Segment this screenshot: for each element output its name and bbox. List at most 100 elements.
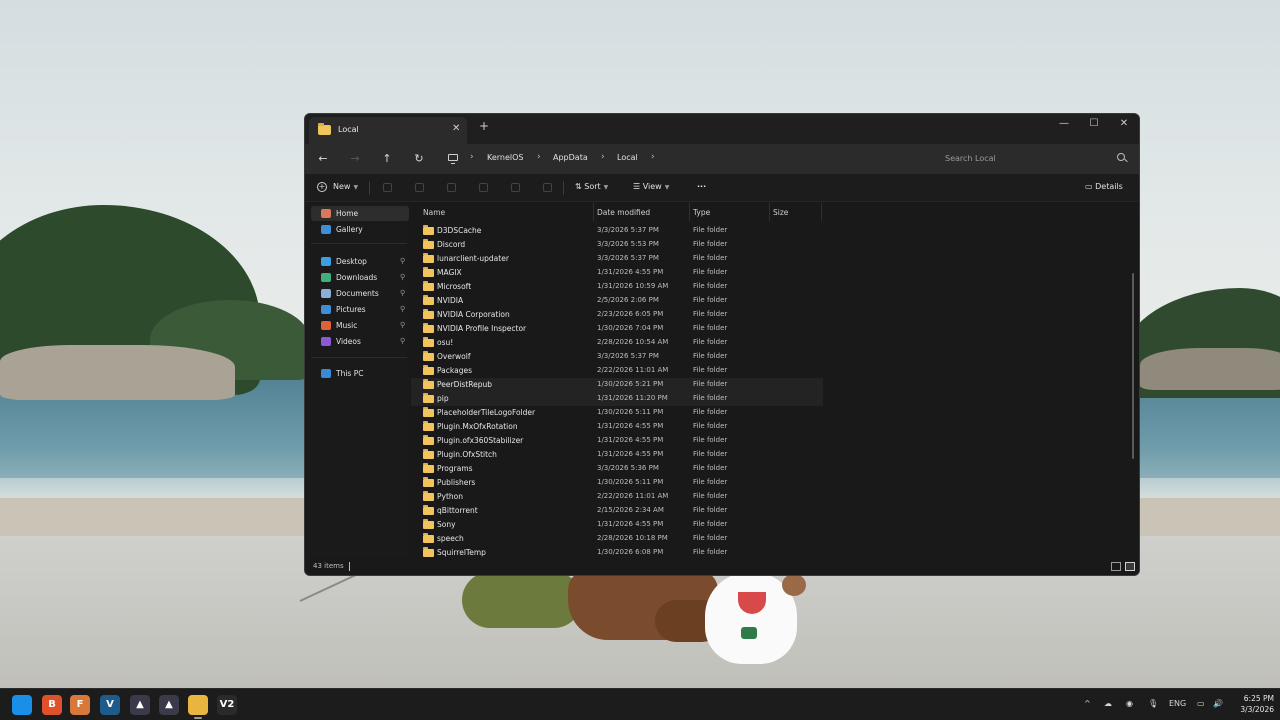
table-row[interactable]: Plugin.MxOfxRotation 1/31/2026 4:55 PM Fil… [411, 420, 823, 434]
table-row[interactable]: Plugin.ofx360Stabilizer 1/31/2026 4:55 PM… [411, 434, 823, 448]
minimize-button[interactable]: — [1049, 116, 1079, 136]
back-button[interactable]: ← [313, 151, 333, 167]
breadcrumb-separator[interactable]: › [601, 152, 605, 162]
network-icon[interactable]: ▭ [1197, 699, 1205, 708]
maximize-button[interactable]: ☐ [1079, 116, 1109, 136]
cloud-icon[interactable]: ☁ [1104, 699, 1112, 708]
vegas-app[interactable]: V [100, 695, 120, 715]
table-row[interactable]: PeerDistRepub 1/30/2026 5:21 PM File folde… [411, 378, 823, 392]
microphone-icon[interactable]: 🎙 [1148, 699, 1158, 708]
details-pane-icon: ▭ [1085, 182, 1096, 191]
new-button[interactable]: New ▼ [333, 182, 358, 191]
search-input[interactable]: Search Local [937, 147, 1133, 171]
cut-icon[interactable] [383, 183, 392, 192]
column-divider[interactable] [769, 203, 770, 221]
table-row[interactable]: NVIDIA Profile Inspector 1/30/2026 7:04 P… [411, 322, 823, 336]
table-row[interactable]: PlaceholderTileLogoFolder 1/30/2026 5:11 … [411, 406, 823, 420]
lunar-app[interactable]: ▲ [130, 695, 150, 715]
table-row[interactable]: Overwolf 3/3/2026 5:37 PM File folder [411, 350, 823, 364]
table-row[interactable]: Publishers 1/30/2026 5:11 PM File folder [411, 476, 823, 490]
v2-app[interactable]: V2 [217, 695, 237, 715]
sidebar-item-downloads[interactable]: Downloads ⚲ [311, 270, 409, 285]
pin-icon[interactable]: ⚲ [400, 257, 405, 265]
breadcrumb-local[interactable]: Local [617, 153, 638, 162]
system-clock[interactable]: 6:25 PM 3/3/2026 [1230, 693, 1274, 715]
firefox-dev-app[interactable]: F [70, 695, 90, 715]
column-header-date[interactable]: Date modified [597, 208, 650, 217]
start-button[interactable] [12, 695, 32, 715]
table-row[interactable]: Programs 3/3/2026 5:36 PM File folder [411, 462, 823, 476]
sidebar-item-documents[interactable]: Documents ⚲ [311, 286, 409, 301]
table-row[interactable]: osu! 2/28/2026 10:54 AM File folder [411, 336, 823, 350]
volume-icon[interactable]: 🔊 [1213, 699, 1223, 708]
sidebar-item-label: Documents [336, 289, 379, 298]
sort-button[interactable]: ⇅ Sort ▼ [575, 182, 608, 191]
sidebar-item-music[interactable]: Music ⚲ [311, 318, 409, 333]
rename-icon[interactable] [479, 183, 488, 192]
table-row[interactable]: lunarclient-updater 3/3/2026 5:37 PM File … [411, 252, 823, 266]
table-row[interactable]: MAGIX 1/31/2026 4:55 PM File folder [411, 266, 823, 280]
details-button[interactable]: ▭ Details [1085, 182, 1123, 191]
forward-button[interactable]: → [345, 151, 365, 167]
pin-icon[interactable]: ⚲ [400, 337, 405, 345]
share-icon[interactable] [511, 183, 520, 192]
file-name: Plugin.ofx360Stabilizer [437, 436, 524, 445]
pin-icon[interactable]: ⚲ [400, 321, 405, 329]
tiles-view-button[interactable] [1125, 562, 1135, 571]
language-indicator[interactable]: ENG [1169, 699, 1186, 708]
breadcrumb-appdata[interactable]: AppData [553, 153, 588, 162]
breadcrumb-kernelos[interactable]: KernelOS [487, 153, 524, 162]
tab-close-icon[interactable]: ✕ [452, 123, 460, 134]
column-divider[interactable] [689, 203, 690, 221]
sidebar-item-pictures[interactable]: Pictures ⚲ [311, 302, 409, 317]
discord-tray-icon[interactable]: ◉ [1126, 699, 1133, 708]
table-row[interactable]: Microsoft 1/31/2026 10:59 AM File folder [411, 280, 823, 294]
new-tab-button[interactable]: + [479, 119, 489, 133]
column-header-size[interactable]: Size [773, 208, 788, 217]
close-button[interactable]: ✕ [1109, 116, 1139, 136]
table-row[interactable]: Packages 2/22/2026 11:01 AM File folder [411, 364, 823, 378]
tab-local[interactable]: Local ✕ [309, 117, 467, 144]
table-row[interactable]: D3DSCache 3/3/2026 5:37 PM File folder [411, 224, 823, 238]
table-row[interactable]: Discord 3/3/2026 5:53 PM File folder [411, 238, 823, 252]
sidebar-item-desktop[interactable]: Desktop ⚲ [311, 254, 409, 269]
pin-icon[interactable]: ⚲ [400, 273, 405, 281]
paste-icon[interactable] [447, 183, 456, 192]
lunar-app-2[interactable]: ▲ [159, 695, 179, 715]
breadcrumb-separator[interactable]: › [651, 152, 655, 162]
table-row[interactable]: qBittorrent 2/15/2026 2:34 AM File folder [411, 504, 823, 518]
sidebar-item-home[interactable]: Home [311, 206, 409, 221]
table-row[interactable]: speech 2/28/2026 10:18 PM File folder [411, 532, 823, 546]
file-type: File folder [693, 464, 728, 472]
column-header-name[interactable]: Name [423, 208, 445, 217]
table-row[interactable]: Sony 1/31/2026 4:55 PM File folder [411, 518, 823, 532]
pin-icon[interactable]: ⚲ [400, 289, 405, 297]
details-view-button[interactable] [1111, 562, 1121, 571]
more-options-button[interactable]: ··· [697, 182, 706, 191]
file-explorer-app[interactable] [188, 695, 208, 719]
up-button[interactable]: ↑ [377, 151, 397, 167]
sidebar-item-gallery[interactable]: Gallery [311, 222, 409, 237]
file-date-modified: 2/23/2026 6:05 PM [597, 310, 664, 318]
brave-app[interactable]: B [42, 695, 62, 715]
table-row[interactable]: Plugin.OfxStitch 1/31/2026 4:55 PM File fo… [411, 448, 823, 462]
table-row[interactable]: Python 2/22/2026 11:01 AM File folder [411, 490, 823, 504]
table-row[interactable]: NVIDIA Corporation 2/23/2026 6:05 PM File … [411, 308, 823, 322]
copy-icon[interactable] [415, 183, 424, 192]
refresh-button[interactable]: ↻ [409, 151, 429, 167]
column-header-type[interactable]: Type [693, 208, 710, 217]
title-bar[interactable]: Local ✕ + — ☐ ✕ [305, 114, 1139, 144]
sidebar-item-this-pc[interactable]: This PC [311, 366, 409, 381]
show-hidden-icons-button[interactable]: ^ [1084, 699, 1091, 708]
table-row[interactable]: pip 1/31/2026 11:20 PM File folder [411, 392, 823, 406]
table-row[interactable]: NVIDIA 2/5/2026 2:06 PM File folder [411, 294, 823, 308]
vertical-scrollbar[interactable] [1132, 273, 1134, 459]
delete-icon[interactable] [543, 183, 552, 192]
pin-icon[interactable]: ⚲ [400, 305, 405, 313]
column-divider[interactable] [593, 203, 594, 221]
sidebar-item-videos[interactable]: Videos ⚲ [311, 334, 409, 349]
address-bar[interactable]: › KernelOS › AppData › Local › [437, 147, 929, 171]
breadcrumb-separator[interactable]: › [537, 152, 541, 162]
column-divider[interactable] [821, 203, 822, 221]
view-button[interactable]: ☰ View ▼ [633, 182, 669, 191]
